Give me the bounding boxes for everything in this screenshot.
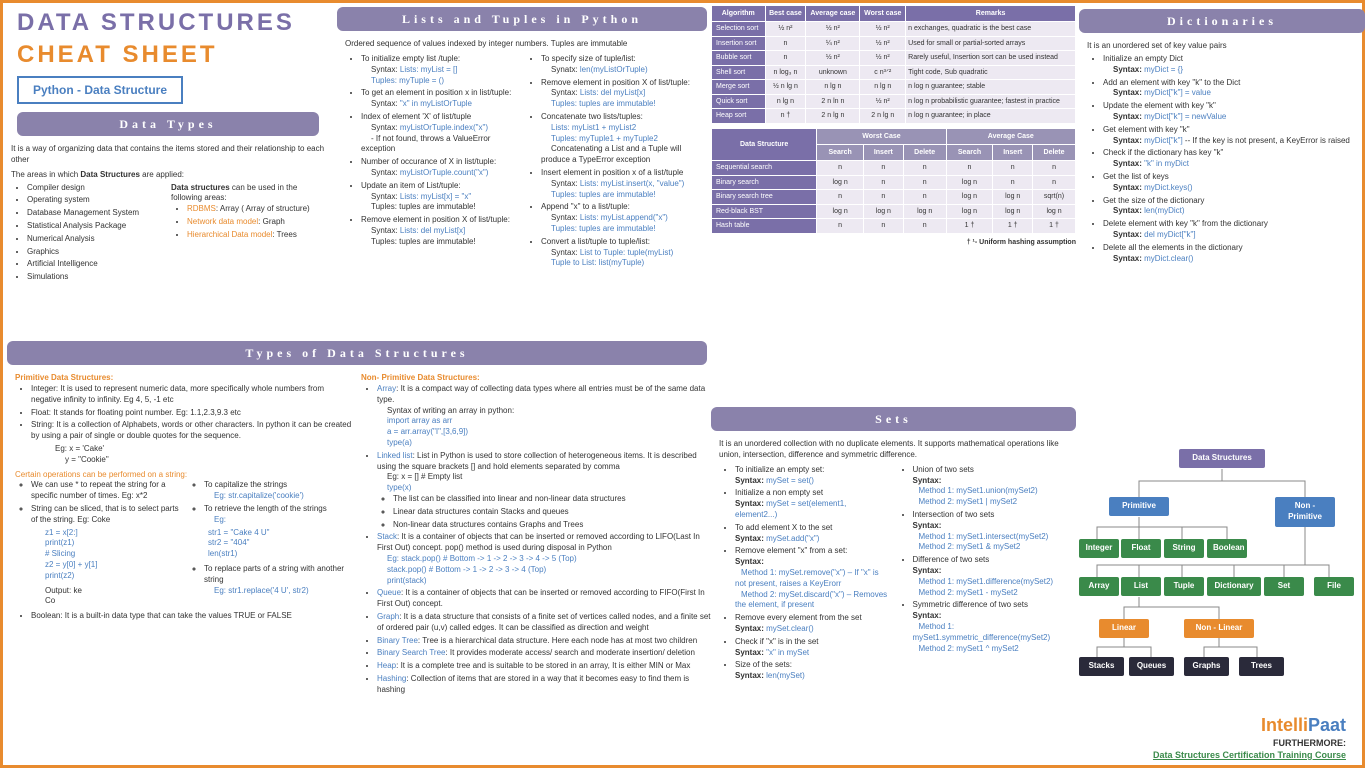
sets-body: It is an unordered collection with no du… — [711, 435, 1076, 688]
ds-table: Data StructureWorst CaseAverage Case Sea… — [711, 128, 1076, 234]
ds-hierarchy-tree: Data Structures Primitive Non - Primitiv… — [1079, 449, 1365, 684]
main-title: DATA STRUCTURESCHEAT SHEET — [17, 7, 333, 72]
algo-table: AlgorithmBest caseAverage caseWorst case… — [711, 5, 1076, 124]
types-ds-header: Types of Data Structures — [7, 341, 707, 365]
course-link[interactable]: Data Structures Certification Training C… — [1153, 749, 1346, 761]
lists-body: Ordered sequence of values indexed by in… — [337, 35, 707, 275]
sets-header: Sets — [711, 407, 1076, 431]
furthermore-label: FURTHERMORE: — [1273, 737, 1346, 749]
brand-logo: IntelliPaat — [1261, 713, 1346, 737]
dict-body: It is an unordered set of key value pair… — [1079, 37, 1365, 270]
data-types-body: It is a way of organizing data that cont… — [3, 140, 333, 289]
types-ds-body: Primitive Data Structures: Integer: It i… — [7, 369, 707, 701]
dict-header: Dictionaries — [1079, 9, 1365, 33]
lists-header: Lists and Tuples in Python — [337, 7, 707, 31]
subtitle-box: Python - Data Structure — [17, 76, 183, 104]
data-types-header: Data Types — [17, 112, 319, 136]
